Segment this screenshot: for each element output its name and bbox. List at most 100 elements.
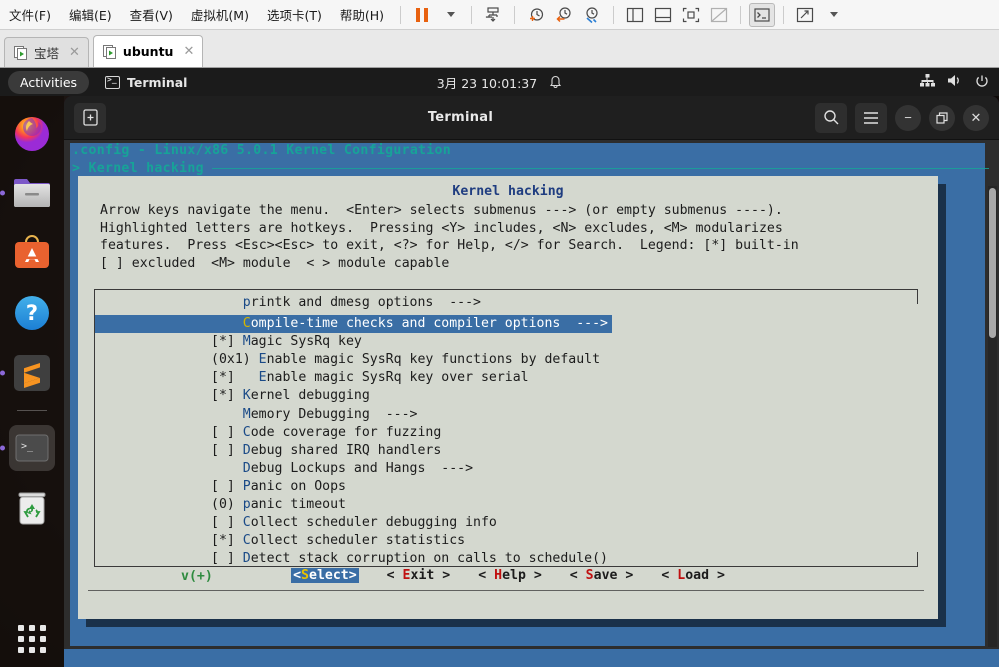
menu-item[interactable]: [ ] Collect scheduler debugging info [95, 514, 918, 532]
fullscreen-icon[interactable] [678, 3, 704, 27]
menu-item[interactable]: (0) panic timeout [95, 496, 918, 514]
terminal-icon[interactable] [749, 2, 776, 27]
dialog-divider [88, 590, 924, 591]
button-label: elect [309, 568, 349, 583]
dock-item-help[interactable]: ? [9, 290, 55, 336]
menu-list[interactable]: printk and dmesg options ---> Compile-ti… [95, 290, 918, 568]
menu-item[interactable]: Compile-time checks and compiler options… [95, 315, 612, 334]
menu-item[interactable]: [*] Enable magic SysRq key over serial [95, 369, 918, 387]
new-tab-icon[interactable] [74, 102, 106, 133]
menu-item-label: ollect scheduler statistics [250, 533, 466, 549]
terminal-scrollbar[interactable] [988, 186, 997, 647]
menu-item[interactable]: [ ] Detect stack corruption on calls to … [95, 550, 918, 568]
menu-item-label: agic SysRq key [250, 334, 362, 350]
close-icon[interactable]: ✕ [69, 45, 80, 60]
pause-icon[interactable] [409, 3, 435, 27]
menu-item-marker [211, 407, 243, 422]
dock-item-terminal[interactable]: >_ [0, 425, 55, 471]
system-tray[interactable] [920, 74, 989, 91]
dialog-button-xit[interactable]: < Exit > [387, 568, 451, 583]
dialog-button-oad[interactable]: < Load > [661, 568, 725, 583]
menu-tabs[interactable]: 选项卡(T) [258, 2, 331, 27]
expand-icon[interactable] [792, 3, 818, 27]
manage-snapshots-icon[interactable] [579, 3, 605, 27]
grid-dot [18, 647, 24, 653]
vm-tab-icon [102, 44, 117, 59]
running-indicator [0, 190, 5, 196]
menu-help[interactable]: 帮助(H) [331, 2, 393, 27]
menu-item[interactable]: [ ] Panic on Oops [95, 478, 918, 496]
grid-dot [40, 625, 46, 631]
menu-item-hotkey: C [242, 316, 251, 332]
hamburger-menu-icon[interactable] [855, 102, 887, 133]
dock-item-firefox[interactable] [9, 110, 55, 156]
activities-button[interactable]: Activities [8, 70, 90, 94]
vm-tab-ubuntu[interactable]: ubuntu ✕ [92, 35, 204, 67]
dropdown-caret-icon[interactable] [437, 3, 463, 27]
menu-item-hotkey: D [242, 442, 251, 458]
button-bracket-close: > [525, 568, 542, 583]
dock-item-sublime-text[interactable] [0, 350, 55, 396]
scrollbar-thumb[interactable] [989, 188, 996, 338]
menu-item[interactable]: [*] Kernel debugging [95, 387, 918, 405]
button-bracket-open: < [569, 568, 586, 583]
button-hotkey: E [402, 568, 411, 583]
revert-snapshot-icon[interactable] [551, 3, 577, 27]
vm-tab-baota[interactable]: 宝塔 ✕ [4, 37, 89, 67]
button-bracket-open: < [478, 568, 495, 583]
menu-file[interactable]: 文件(F) [0, 2, 60, 27]
menu-item[interactable]: Debug Lockups and Hangs ---> [95, 460, 918, 478]
maximize-button[interactable] [929, 104, 955, 131]
menu-item-label: nable magic SysRq key functions by defau… [266, 352, 601, 368]
active-application[interactable]: Terminal [105, 75, 187, 90]
clock-label[interactable]: 3月 23 10:01:37 [437, 73, 537, 92]
terminal-icon [105, 75, 121, 89]
show-console-icon[interactable] [650, 3, 676, 27]
menu-item-marker: [ ] [211, 515, 243, 531]
menu-item[interactable]: Memory Debugging ---> [95, 406, 918, 424]
dialog-button-elp[interactable]: < Help > [478, 568, 542, 583]
expand-caret-icon[interactable] [820, 3, 846, 27]
menu-item[interactable]: [*] Collect scheduler statistics [95, 532, 918, 550]
show-applications-button[interactable] [18, 625, 46, 653]
take-snapshot-icon[interactable] [523, 3, 549, 27]
terminal-content[interactable]: .config - Linux/x86 5.0.1 Kernel Configu… [64, 140, 999, 649]
menu-edit[interactable]: 编辑(E) [60, 2, 121, 27]
dialog-button-elect[interactable]: <Select> [291, 568, 359, 583]
dock-item-trash[interactable] [9, 485, 55, 531]
menu-item-hotkey: K [242, 388, 251, 404]
menu-item-marker: [ ] [211, 424, 243, 440]
minimize-button[interactable]: − [895, 104, 921, 131]
button-bracket-close: > [709, 568, 725, 583]
close-button[interactable]: ✕ [963, 104, 989, 131]
menu-item-label: anic on Oops [250, 478, 346, 494]
menu-view[interactable]: 查看(V) [121, 2, 182, 27]
menu-item-hotkey: D [242, 460, 251, 476]
search-icon[interactable] [815, 102, 847, 133]
menu-virtual-machine[interactable]: 虚拟机(M) [182, 2, 258, 27]
svg-text:>_: >_ [21, 441, 34, 452]
menu-item-hotkey: C [242, 515, 251, 531]
menu-item-hotkey: M [242, 334, 251, 350]
vmware-menubar: 文件(F) 编辑(E) 查看(V) 虚拟机(M) 选项卡(T) 帮助(H) [0, 0, 999, 30]
vm-bottom-strip [64, 649, 999, 667]
snapshot-manager-icon[interactable] [480, 3, 506, 27]
dialog-button-ave[interactable]: < Save > [570, 568, 634, 583]
show-sidebar-icon[interactable] [622, 3, 648, 27]
menu-item[interactable]: [ ] Code coverage for fuzzing [95, 424, 918, 442]
menu-item-label: ompile-time checks and compiler options … [250, 316, 608, 332]
menu-item[interactable]: printk and dmesg options ---> [95, 294, 918, 312]
dock-item-ubuntu-software[interactable] [9, 230, 55, 276]
help-line-3: features. Press <Esc><Esc> to exit, <?> … [100, 238, 799, 254]
unity-mode-icon[interactable] [706, 3, 732, 27]
menu-item[interactable]: [*] Magic SysRq key [95, 333, 918, 351]
menu-item-marker [211, 316, 243, 331]
menu-item-label: emory Debugging ---> [250, 406, 418, 422]
dock-item-files[interactable] [0, 170, 55, 216]
toolbar-divider [613, 5, 615, 24]
menu-item-hotkey: E [258, 352, 267, 368]
menu-item[interactable]: [ ] Debug shared IRQ handlers [95, 442, 918, 460]
menu-item[interactable]: (0x1) Enable magic SysRq key functions b… [95, 351, 918, 369]
button-bracket-close: > [348, 568, 357, 583]
close-icon[interactable]: ✕ [183, 44, 194, 59]
